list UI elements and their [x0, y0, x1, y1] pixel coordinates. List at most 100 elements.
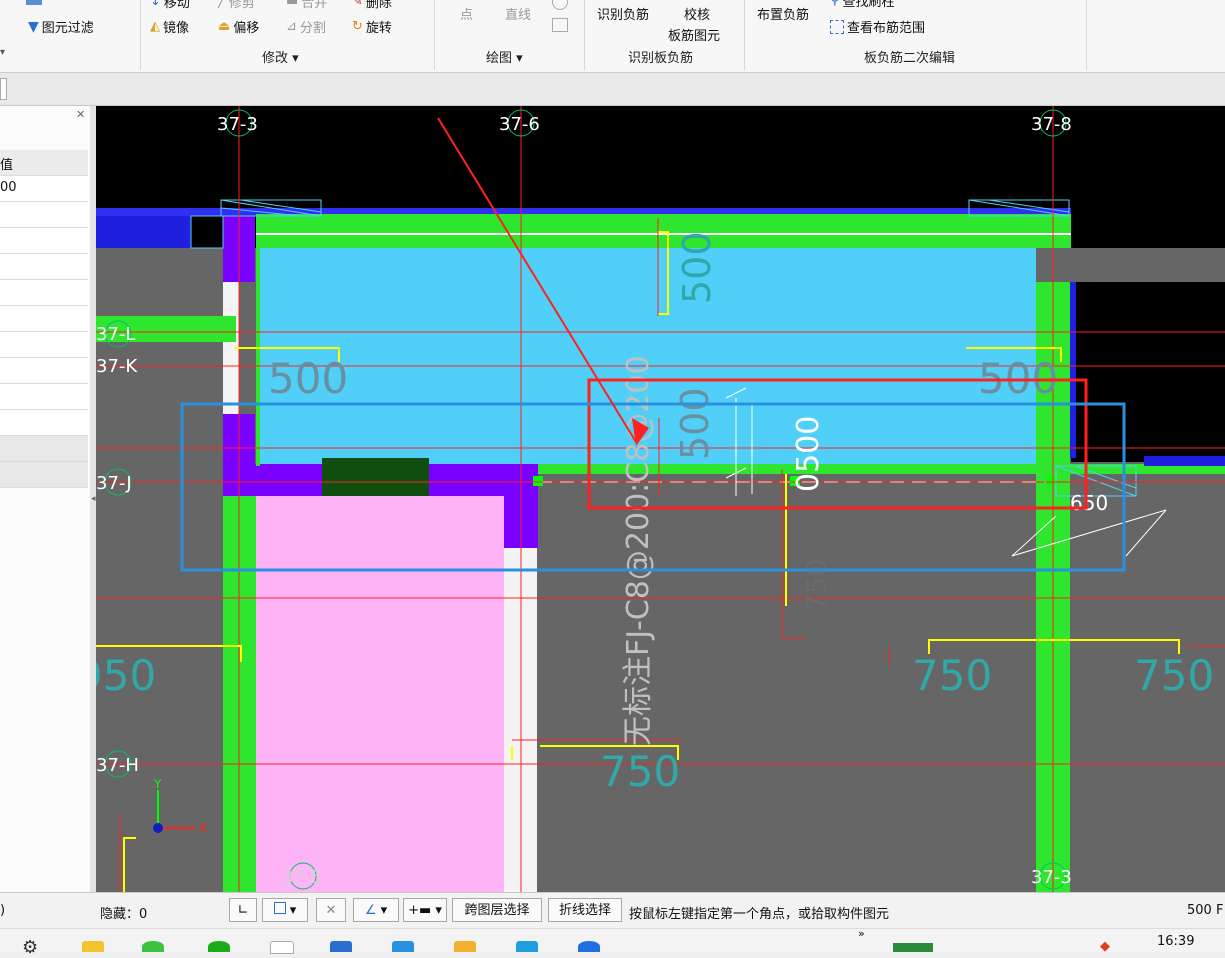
cross-toggle-button[interactable]: ✕	[316, 898, 346, 922]
snap-dropdown-button[interactable]: ▾	[262, 898, 308, 922]
property-row[interactable]	[0, 462, 88, 488]
settings-gear-icon[interactable]: ⚙	[22, 937, 38, 958]
property-row[interactable]	[0, 280, 88, 306]
rotate-icon: ↻	[352, 19, 363, 34]
merge-icon: ▬	[286, 0, 299, 9]
view-range-button[interactable]: 查看布筋范围	[830, 17, 925, 36]
group-label-secondary-edit: 板负筋二次编辑	[864, 51, 956, 66]
property-header-row: 值	[0, 150, 88, 176]
dimension-text: 500	[675, 231, 719, 304]
property-row[interactable]	[0, 384, 88, 410]
split-icon: ⊿	[286, 19, 297, 34]
group-label-identify: 识别板负筋	[628, 51, 694, 66]
trim-button[interactable]: ╱ 修剪	[218, 0, 255, 11]
cross-icon: ✕	[325, 903, 337, 918]
tray-ime-icon[interactable]: ◆	[1100, 939, 1110, 954]
axis-label: 37-3	[217, 114, 258, 135]
partial-button-top-left[interactable]	[26, 0, 42, 5]
split-button[interactable]: ⊿ 分割	[286, 17, 326, 36]
document-icon[interactable]	[270, 941, 294, 954]
notes-app-icon[interactable]	[454, 941, 476, 952]
merge-button[interactable]: ▬ 合并	[286, 0, 327, 11]
group-label-draw[interactable]: 绘图 ▾	[486, 47, 523, 66]
offset-button[interactable]: ⏏ 偏移	[218, 17, 259, 36]
check-button[interactable]: 校核	[684, 4, 710, 23]
rectangle-icon[interactable]	[552, 18, 568, 32]
clock-time[interactable]: 16:39	[1157, 934, 1194, 949]
delete-button[interactable]: ✎ 删除	[352, 0, 392, 11]
offset-dropdown-button[interactable]: +▬ ▾	[403, 898, 447, 922]
svg-text:X: X	[199, 821, 207, 835]
filter-button[interactable]: ▼ 图元过滤	[28, 17, 94, 37]
property-row[interactable]	[0, 332, 88, 358]
orthogonal-toggle-button[interactable]: ∟	[229, 898, 257, 922]
point-button[interactable]: 点	[460, 4, 473, 23]
property-row[interactable]	[0, 202, 88, 228]
dimension-text: 500	[673, 387, 717, 460]
group-label-modify[interactable]: 修改 ▾	[262, 47, 299, 66]
status-bar: ) 隐藏：0 ∟ ▾ ✕ ∠ ▾ +▬ ▾ 跨图层选择 折线选择 按鼠标左键指定…	[0, 892, 1225, 929]
axis-label: 37-3	[1031, 867, 1072, 888]
angle-icon: ∠	[364, 903, 377, 918]
beam	[1070, 282, 1076, 458]
check-rebar-element-button[interactable]: 板筋图元	[668, 25, 720, 44]
mirror-button[interactable]: ◭ 镜像	[150, 17, 189, 36]
property-row[interactable]	[0, 306, 88, 332]
separator	[1086, 0, 1087, 70]
grip-point[interactable]	[1046, 476, 1056, 486]
hidden-count-text: 隐藏：0	[100, 907, 148, 922]
property-row[interactable]: 00	[0, 176, 88, 202]
wall	[256, 248, 260, 466]
beam	[96, 216, 191, 248]
tool-sub-bar	[0, 73, 1225, 106]
property-value: 00	[0, 180, 17, 195]
identify-rebar-button[interactable]: 识别负筋	[597, 4, 649, 23]
place-rebar-button[interactable]: 布置负筋	[757, 4, 809, 23]
rotate-button[interactable]: ↻ 旋转	[352, 17, 392, 36]
property-row[interactable]	[0, 358, 88, 384]
angle-dropdown-button[interactable]: ∠ ▾	[353, 898, 399, 922]
line-button[interactable]: 直线	[505, 4, 531, 23]
property-row[interactable]	[0, 410, 88, 436]
circle-icon[interactable]	[552, 0, 568, 10]
wechat-icon[interactable]	[142, 941, 164, 952]
browser-icon[interactable]	[578, 941, 600, 952]
find-icon: ⚲	[830, 0, 840, 8]
chat-app-icon[interactable]	[208, 941, 230, 952]
file-explorer-icon[interactable]	[82, 941, 104, 952]
range-icon	[830, 19, 844, 34]
property-row[interactable]	[0, 436, 88, 462]
cad-app-icon[interactable]	[330, 941, 352, 952]
separator	[584, 0, 585, 70]
move-button[interactable]: ↕ 移动	[150, 0, 190, 11]
polyline-select-button[interactable]: 折线选择	[548, 898, 622, 922]
ribbon: ↕ 移动 ╱ 修剪 ▬ 合并 ✎ 删除 ▼ 图元过滤 ▾ ◭ 镜像 ⏏ 偏移 ⊿ 分割 …	[0, 0, 1225, 73]
command-prompt-text: 按鼠标左键指定第一个角点，或拾取构件图元	[629, 907, 890, 922]
collapse-panel-arrow-icon[interactable]: ◂	[91, 494, 96, 504]
axis-label: 37-8	[1031, 114, 1072, 135]
dimension-text: 0500	[791, 416, 826, 492]
grid-app-icon[interactable]	[392, 941, 414, 952]
chevron-right-icon[interactable]: »	[858, 927, 865, 940]
separator	[744, 0, 745, 70]
cad-drawing-canvas[interactable]: 37-3 37-6 37-8 37-L 37-K 37-J 37-H 37-5 …	[96, 106, 1225, 892]
property-row[interactable]	[0, 254, 88, 280]
dimension-text: 750	[800, 559, 833, 612]
separator	[140, 0, 141, 70]
void-region	[1136, 282, 1225, 457]
bird-app-icon[interactable]	[516, 941, 538, 952]
grip-point[interactable]	[533, 476, 543, 486]
property-row[interactable]	[0, 228, 88, 254]
dark-block	[322, 458, 429, 496]
snap-icon	[273, 902, 286, 914]
combo-box-stub[interactable]	[0, 78, 7, 100]
axis-label: 37-6	[499, 114, 540, 135]
cross-layer-select-button[interactable]: 跨图层选择	[452, 898, 542, 922]
move-icon: ↕	[150, 0, 161, 9]
mirror-icon: ◭	[150, 19, 160, 34]
offset-input-icon: +▬	[408, 903, 432, 918]
slab-area-pink	[256, 496, 504, 892]
collapse-arrow-icon[interactable]: ▾	[0, 47, 5, 58]
close-icon[interactable]: ✕	[76, 108, 85, 121]
find-column-button[interactable]: ⚲ 查找刷柱	[830, 0, 895, 10]
